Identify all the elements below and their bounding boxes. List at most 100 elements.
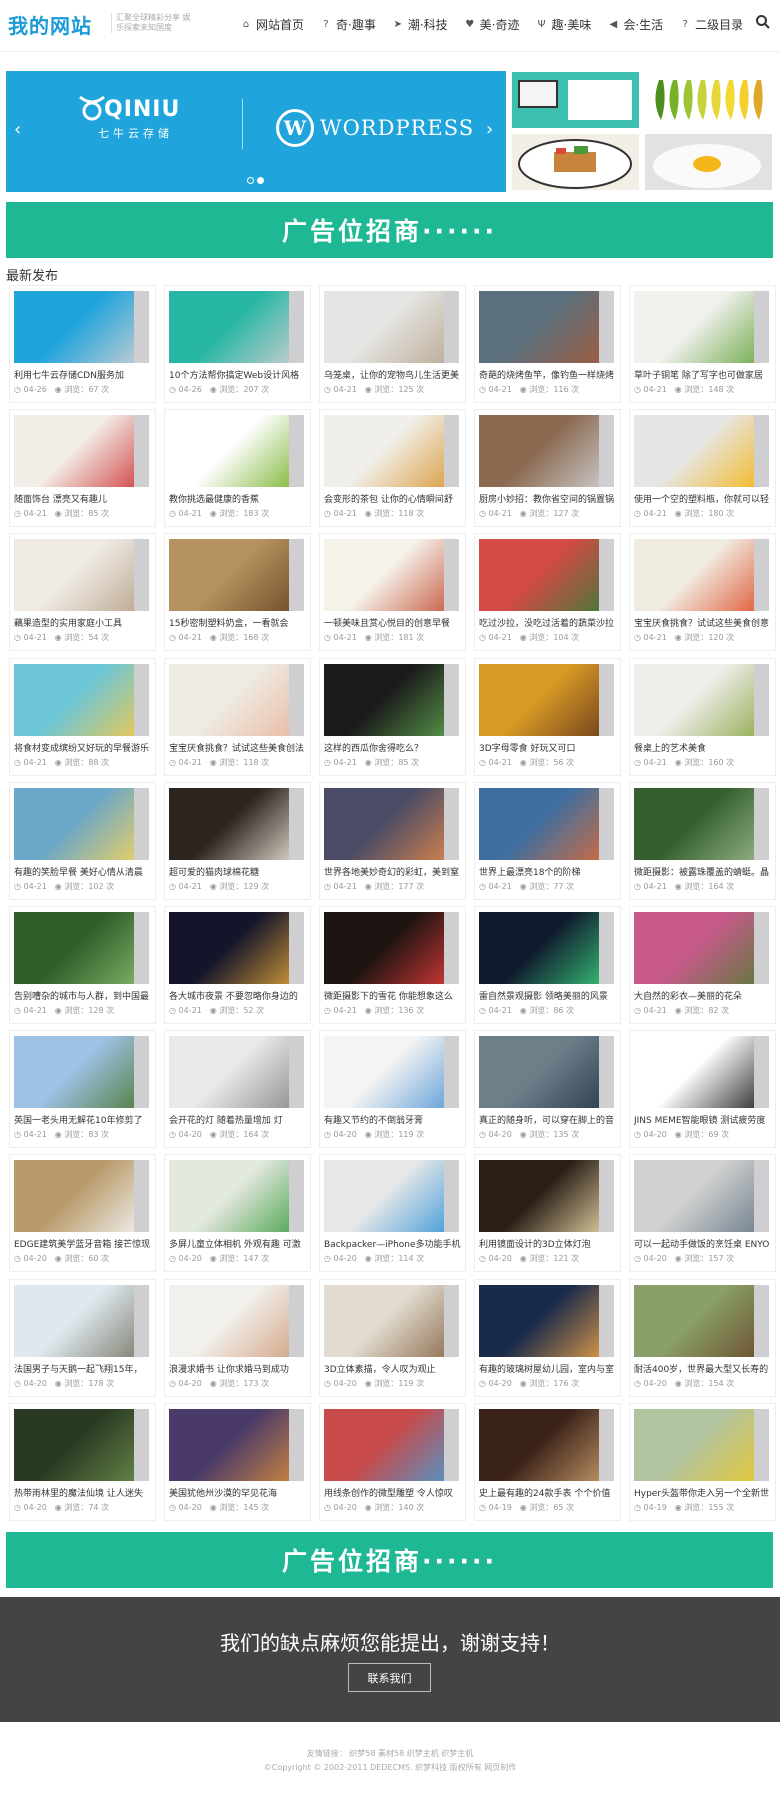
post-thumbnail[interactable]	[479, 539, 614, 612]
post-title[interactable]: 热带雨林里的魔法仙境 让人迷失	[14, 1486, 152, 1499]
post-title[interactable]: 有趣又节约的不倒翁牙膏	[324, 1113, 462, 1126]
post-thumbnail[interactable]	[634, 291, 769, 363]
post-thumbnail[interactable]	[634, 912, 769, 984]
post-card[interactable]: 吃过沙拉，没吃过活着的蔬菜沙拉 ◷ 04-21 ◉ 浏览：104 次	[474, 533, 621, 652]
post-card[interactable]: 超可爱的猫肉球棉花糖 ◷ 04-21 ◉ 浏览：129 次	[164, 781, 311, 900]
post-card[interactable]: 这样的西瓜你舍得吃么？ ◷ 04-21 ◉ 浏览：85 次	[319, 657, 466, 776]
post-title[interactable]: 会变形的茶包 让你的心情瞬间舒	[324, 492, 462, 505]
post-title[interactable]: 雷自然景观摄影 领略美丽的风景	[479, 989, 617, 1002]
post-title[interactable]: 厨房小妙招：教你省空间的锅置锅	[479, 492, 617, 505]
post-title[interactable]: 微距摄影：被露珠覆盖的蜻蜓。晶	[634, 865, 772, 878]
post-card[interactable]: 有趣的玻璃树屋幼儿园，室内与室 ◷ 04-20 ◉ 浏览：176 次	[474, 1278, 621, 1397]
post-title[interactable]: 可以一起动手做饭的烹饪桌 ENYO	[634, 1237, 772, 1250]
post-thumbnail[interactable]	[14, 415, 149, 488]
post-card[interactable]: Hyper头盔带你走入另一个全新世 ◷ 04-19 ◉ 浏览：155 次	[629, 1402, 776, 1521]
post-card[interactable]: 教你挑选最健康的香蕉 ◷ 04-21 ◉ 浏览：183 次	[164, 409, 311, 528]
post-thumbnail[interactable]	[169, 912, 304, 984]
post-card[interactable]: 可以一起动手做饭的烹饪桌 ENYO ◷ 04-20 ◉ 浏览：157 次	[629, 1154, 776, 1273]
post-title[interactable]: 将食材变成缤纷又好玩的早餐游乐	[14, 741, 152, 754]
friend-links-list[interactable]: 织梦58 素材58 织梦主机 织梦主机	[349, 1749, 473, 1758]
post-thumbnail[interactable]	[634, 1284, 769, 1357]
post-card[interactable]: 会变形的茶包 让你的心情瞬间舒 ◷ 04-21 ◉ 浏览：118 次	[319, 409, 466, 528]
prev-arrow-icon[interactable]: ‹	[14, 119, 21, 140]
post-thumbnail[interactable]	[324, 539, 459, 612]
post-title[interactable]: 使用一个空的塑料瓶，你就可以轻	[634, 492, 772, 505]
post-thumbnail[interactable]	[324, 291, 459, 363]
post-thumbnail[interactable]	[634, 1408, 769, 1481]
post-title[interactable]: 真正的随身听，可以穿在脚上的音	[479, 1113, 617, 1126]
post-title[interactable]: Hyper头盔带你走入另一个全新世	[634, 1486, 772, 1499]
post-title[interactable]: 这样的西瓜你舍得吃么？	[324, 741, 462, 754]
post-thumbnail[interactable]	[169, 1284, 304, 1357]
post-card[interactable]: 有趣又节约的不倒翁牙膏 ◷ 04-20 ◉ 浏览：119 次	[319, 1030, 466, 1149]
post-card[interactable]: 一顿美味且赏心悦目的创意早餐 ◷ 04-21 ◉ 浏览：181 次	[319, 533, 466, 652]
nav-item-3[interactable]: ♥ 美·奇迹	[464, 16, 519, 33]
post-card[interactable]: 利用镜面设计的3D立体灯泡 ◷ 04-20 ◉ 浏览：121 次	[474, 1154, 621, 1273]
post-title[interactable]: 乌笼桌，让你的宠物鸟儿生活更美	[324, 368, 462, 381]
post-card[interactable]: Backpacker—iPhone多功能手机 ◷ 04-20 ◉ 浏览：114 次	[319, 1154, 466, 1273]
banner-slider[interactable]: ‹ › QINIU 七牛云存储 W WORDPRESS	[6, 71, 506, 192]
post-title[interactable]: 吃过沙拉，没吃过活着的蔬菜沙拉	[479, 616, 617, 629]
post-title[interactable]: 有趣的玻璃树屋幼儿园，室内与室	[479, 1362, 617, 1375]
site-logo[interactable]: 我的网站	[8, 10, 92, 39]
post-card[interactable]: 热带雨林里的魔法仙境 让人迷失 ◷ 04-20 ◉ 浏览：74 次	[9, 1402, 156, 1521]
post-card[interactable]: 奇葩的烧烤鱼竿，像钓鱼一样烧烤 ◷ 04-21 ◉ 浏览：116 次	[474, 285, 621, 403]
post-card[interactable]: 世界上最漂亮18个的阶梯 ◷ 04-21 ◉ 浏览：77 次	[474, 781, 621, 900]
post-thumbnail[interactable]	[634, 539, 769, 612]
post-card[interactable]: 宝宝厌食挑食？试试这些美食创意 ◷ 04-21 ◉ 浏览：120 次	[629, 533, 776, 652]
nav-item-6[interactable]: ? 二级目录	[679, 16, 744, 33]
post-card[interactable]: 告别嘈杂的城市与人群，到中国最 ◷ 04-21 ◉ 浏览：128 次	[9, 906, 156, 1024]
post-title[interactable]: 多屏儿童立体相机 外观有趣 可激	[169, 1237, 307, 1250]
post-title[interactable]: 利用七牛云存储CDN服务加	[14, 368, 152, 381]
post-card[interactable]: 微距摄影：被露珠覆盖的蜻蜓。晶 ◷ 04-21 ◉ 浏览：164 次	[629, 781, 776, 900]
post-title[interactable]: 宝宝厌食挑食？试试这些美食创法	[169, 741, 307, 754]
post-thumbnail[interactable]	[14, 539, 149, 612]
post-card[interactable]: EDGE建筑美学蓝牙音箱 接芒惊现 ◷ 04-20 ◉ 浏览：60 次	[9, 1154, 156, 1273]
post-card[interactable]: 英国一老头用无解花10年修剪了 ◷ 04-21 ◉ 浏览：83 次	[9, 1030, 156, 1149]
post-thumbnail[interactable]	[169, 415, 304, 488]
post-card[interactable]: 微距摄影下的雪花 你能想象这么 ◷ 04-21 ◉ 浏览：136 次	[319, 906, 466, 1024]
post-title[interactable]: 藕果造型的实用家庭小工具	[14, 616, 152, 629]
post-title[interactable]: 英国一老头用无解花10年修剪了	[14, 1113, 152, 1126]
post-thumbnail[interactable]	[479, 663, 614, 736]
post-title[interactable]: 草叶子铜笔 除了写字也可做家居	[634, 368, 772, 381]
search-icon[interactable]	[755, 14, 771, 30]
post-thumbnail[interactable]	[634, 415, 769, 488]
post-thumbnail[interactable]	[169, 1036, 304, 1109]
post-title[interactable]: 告别嘈杂的城市与人群，到中国最	[14, 989, 152, 1002]
nav-item-2[interactable]: ➤ 潮·科技	[392, 16, 448, 33]
post-title[interactable]: 微距摄影下的雪花 你能想象这么	[324, 989, 462, 1002]
post-card[interactable]: 大自然的彩衣—美丽的花朵 ◷ 04-21 ◉ 浏览：82 次	[629, 906, 776, 1024]
post-card[interactable]: 史上最有趣的24款手表 个个价值 ◷ 04-19 ◉ 浏览：65 次	[474, 1402, 621, 1521]
post-thumbnail[interactable]	[324, 1408, 459, 1481]
post-card[interactable]: 厨房小妙招：教你省空间的锅置锅 ◷ 04-21 ◉ 浏览：127 次	[474, 409, 621, 528]
post-card[interactable]: 有趣的笑脸早餐 美好心情从清晨 ◷ 04-21 ◉ 浏览：102 次	[9, 781, 156, 900]
post-card[interactable]: 法国男子与天鹅一起飞翔15年， ◷ 04-20 ◉ 浏览：178 次	[9, 1278, 156, 1397]
post-card[interactable]: JINS MEME智能眼镜 测试疲劳度 ◷ 04-20 ◉ 浏览：69 次	[629, 1030, 776, 1149]
post-thumbnail[interactable]	[634, 787, 769, 860]
post-thumbnail[interactable]	[479, 787, 614, 860]
post-title[interactable]: 餐桌上的艺术美食	[634, 741, 772, 754]
post-title[interactable]: 15秒密制塑料奶盒，一看就会	[169, 616, 307, 629]
post-card[interactable]: 各大城市夜景 不要忽略你身边的 ◷ 04-21 ◉ 浏览：52 次	[164, 906, 311, 1024]
side-thumb-bananas[interactable]	[645, 72, 772, 128]
post-title[interactable]: 各大城市夜景 不要忽略你身边的	[169, 989, 307, 1002]
post-title[interactable]: 世界上最漂亮18个的阶梯	[479, 865, 617, 878]
post-thumbnail[interactable]	[14, 1160, 149, 1233]
post-card[interactable]: 15秒密制塑料奶盒，一看就会 ◷ 04-21 ◉ 浏览：168 次	[164, 533, 311, 652]
post-thumbnail[interactable]	[14, 663, 149, 736]
next-arrow-icon[interactable]: ›	[486, 119, 493, 140]
slider-dot-active[interactable]	[257, 177, 264, 184]
post-thumbnail[interactable]	[479, 1036, 614, 1109]
post-thumbnail[interactable]	[14, 1036, 149, 1109]
post-thumbnail[interactable]	[169, 1408, 304, 1481]
post-card[interactable]: 真正的随身听，可以穿在脚上的音 ◷ 04-20 ◉ 浏览：135 次	[474, 1030, 621, 1149]
post-card[interactable]: 草叶子铜笔 除了写字也可做家居 ◷ 04-21 ◉ 浏览：148 次	[629, 285, 776, 403]
post-thumbnail[interactable]	[479, 291, 614, 363]
post-thumbnail[interactable]	[14, 1408, 149, 1481]
post-card[interactable]: 乌笼桌，让你的宠物鸟儿生活更美 ◷ 04-21 ◉ 浏览：125 次	[319, 285, 466, 403]
post-thumbnail[interactable]	[324, 1160, 459, 1233]
post-title[interactable]: 一顿美味且赏心悦目的创意早餐	[324, 616, 462, 629]
post-title[interactable]: 用线条创作的微型雕塑 令人惊叹	[324, 1486, 462, 1499]
post-thumbnail[interactable]	[14, 912, 149, 984]
